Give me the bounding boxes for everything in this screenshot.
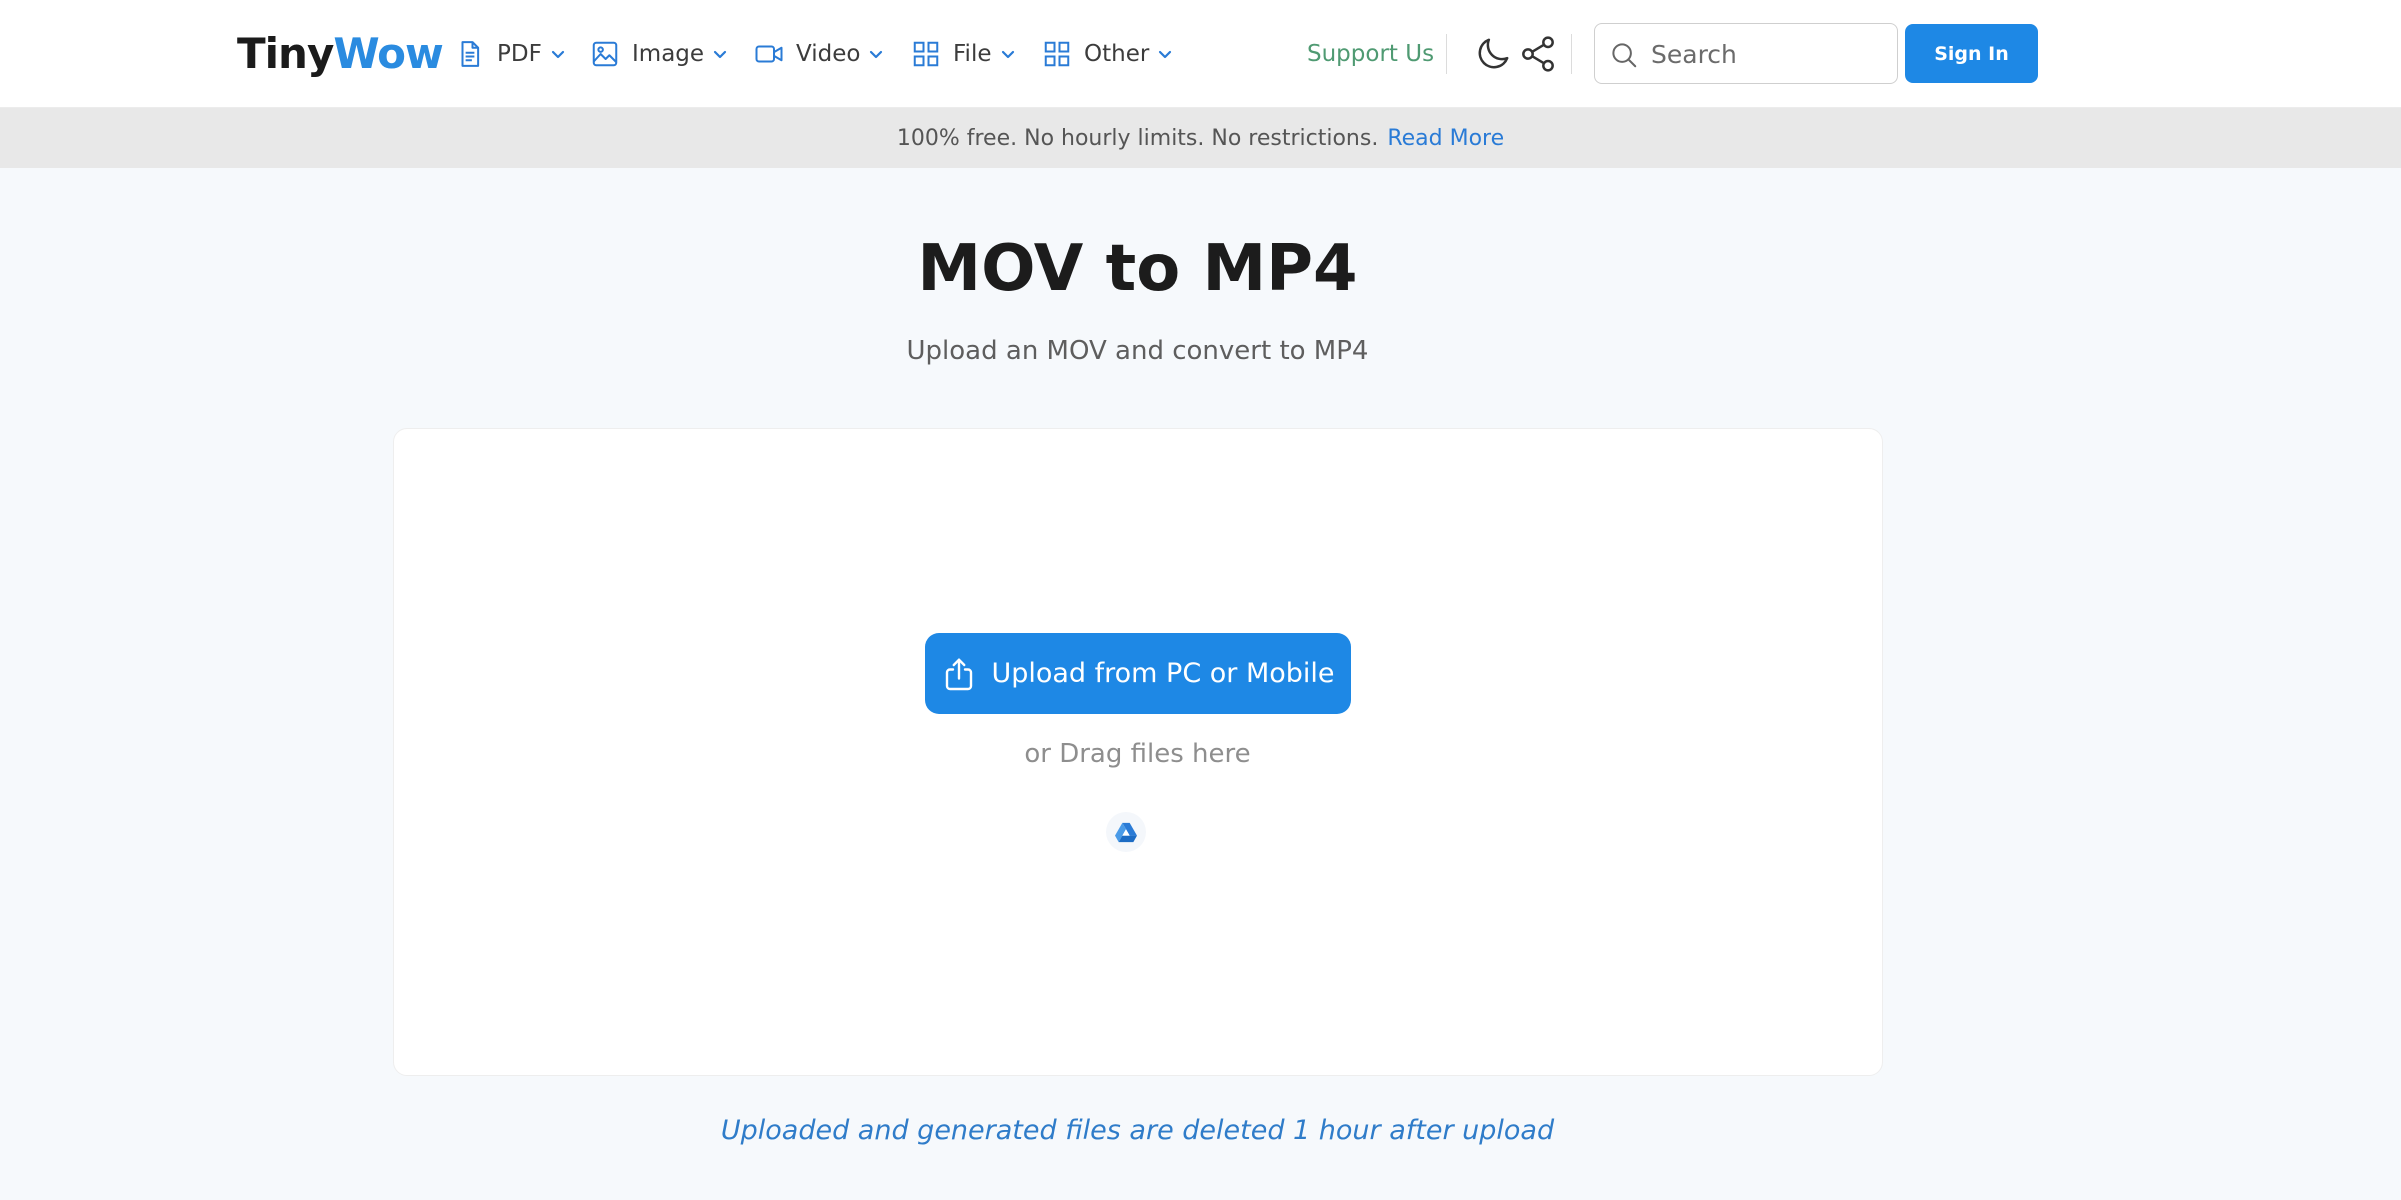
tinywow-logo[interactable]: TinyWow: [237, 26, 444, 82]
dark-mode-toggle[interactable]: [1473, 34, 1513, 74]
nav-other-label: Other: [1084, 41, 1150, 67]
search-box[interactable]: [1594, 23, 1898, 84]
nav-pdf[interactable]: PDF: [455, 30, 566, 78]
search-input[interactable]: [1651, 32, 1887, 76]
upload-icon: [946, 658, 973, 690]
logo-text-wow: Wow: [333, 29, 443, 78]
upload-button-label: Upload from PC or Mobile: [991, 658, 1335, 689]
chevron-down-icon: [713, 50, 727, 59]
chevron-down-icon: [551, 50, 564, 59]
page-subtitle: Upload an MOV and convert to MP4: [906, 336, 1369, 366]
header-divider: [1571, 34, 1572, 74]
share-button[interactable]: [1518, 34, 1558, 74]
read-more-link[interactable]: Read More: [1387, 126, 1504, 151]
logo-text-tiny: Tiny: [237, 29, 334, 78]
chevron-down-icon: [870, 50, 883, 59]
moon-icon: [1478, 38, 1509, 69]
chevron-down-icon: [1001, 50, 1014, 59]
google-drive-button[interactable]: [1106, 812, 1146, 852]
google-drive-icon: [1115, 822, 1137, 843]
support-us-link[interactable]: Support Us: [1307, 36, 1434, 72]
search-icon: [1612, 43, 1637, 68]
info-banner: 100% free. No hourly limits. No restrict…: [0, 108, 2401, 168]
video-camera-icon: [755, 45, 783, 63]
sign-in-button[interactable]: Sign In: [1905, 24, 2038, 83]
share-icon: [1522, 36, 1554, 72]
deletion-notice: Uploaded and generated files are deleted…: [720, 1115, 1555, 1146]
page-title: MOV to MP4: [917, 232, 1358, 306]
nav-other[interactable]: Other: [1042, 30, 1173, 78]
top-header: TinyWow PDF Image Video File Other Suppo…: [0, 0, 2401, 108]
grid-icon: [913, 41, 939, 67]
nav-image[interactable]: Image: [590, 30, 728, 78]
nav-file-label: File: [953, 41, 992, 67]
header-divider: [1446, 34, 1447, 74]
upload-button[interactable]: Upload from PC or Mobile: [925, 633, 1351, 714]
nav-video[interactable]: Video: [754, 30, 884, 78]
grid-icon: [1044, 41, 1070, 67]
drag-hint: or Drag files here: [1024, 739, 1251, 769]
image-icon: [592, 41, 618, 67]
nav-video-label: Video: [796, 41, 861, 67]
chevron-down-icon: [1159, 50, 1172, 59]
document-icon: [461, 41, 480, 67]
nav-pdf-label: PDF: [497, 41, 542, 67]
nav-image-label: Image: [632, 41, 705, 67]
banner-text: 100% free. No hourly limits. No restrict…: [896, 125, 1379, 151]
nav-file[interactable]: File: [911, 30, 1016, 78]
